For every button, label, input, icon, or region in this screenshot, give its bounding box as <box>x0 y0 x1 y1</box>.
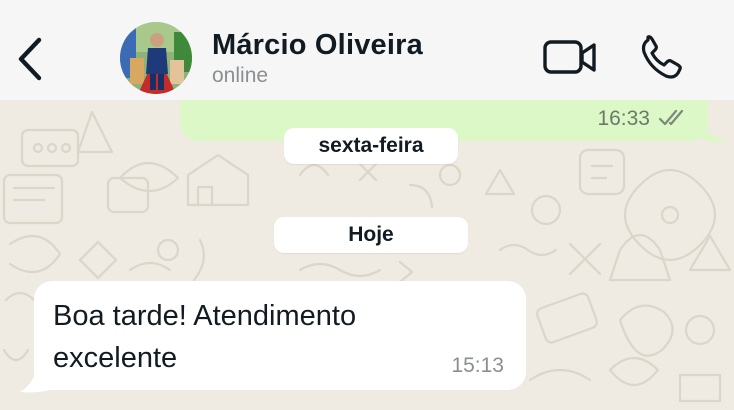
incoming-message-time: 15:13 <box>451 354 504 377</box>
incoming-message-bubble[interactable]: Boa tarde! Atendimento excelente 15:13 <box>34 281 526 390</box>
video-camera-icon <box>543 40 596 74</box>
incoming-message-text: Boa tarde! Atendimento excelente <box>53 300 357 374</box>
back-chevron-icon <box>18 37 42 81</box>
phone-icon <box>641 35 682 79</box>
avatar[interactable] <box>120 22 192 94</box>
video-call-button[interactable] <box>540 36 600 80</box>
outgoing-message-time: 16:33 <box>597 107 650 130</box>
contact-name[interactable]: Márcio Oliveira <box>212 29 423 62</box>
back-button[interactable] <box>10 36 50 82</box>
date-separator-today: Hoje <box>274 217 468 253</box>
avatar-photo <box>120 22 192 94</box>
chat-header: Márcio Oliveira online <box>0 0 734 100</box>
voice-call-button[interactable] <box>638 34 688 80</box>
contact-status: online <box>212 64 269 87</box>
double-check-icon <box>658 109 684 126</box>
date-separator-friday: sexta-feira <box>284 128 458 164</box>
